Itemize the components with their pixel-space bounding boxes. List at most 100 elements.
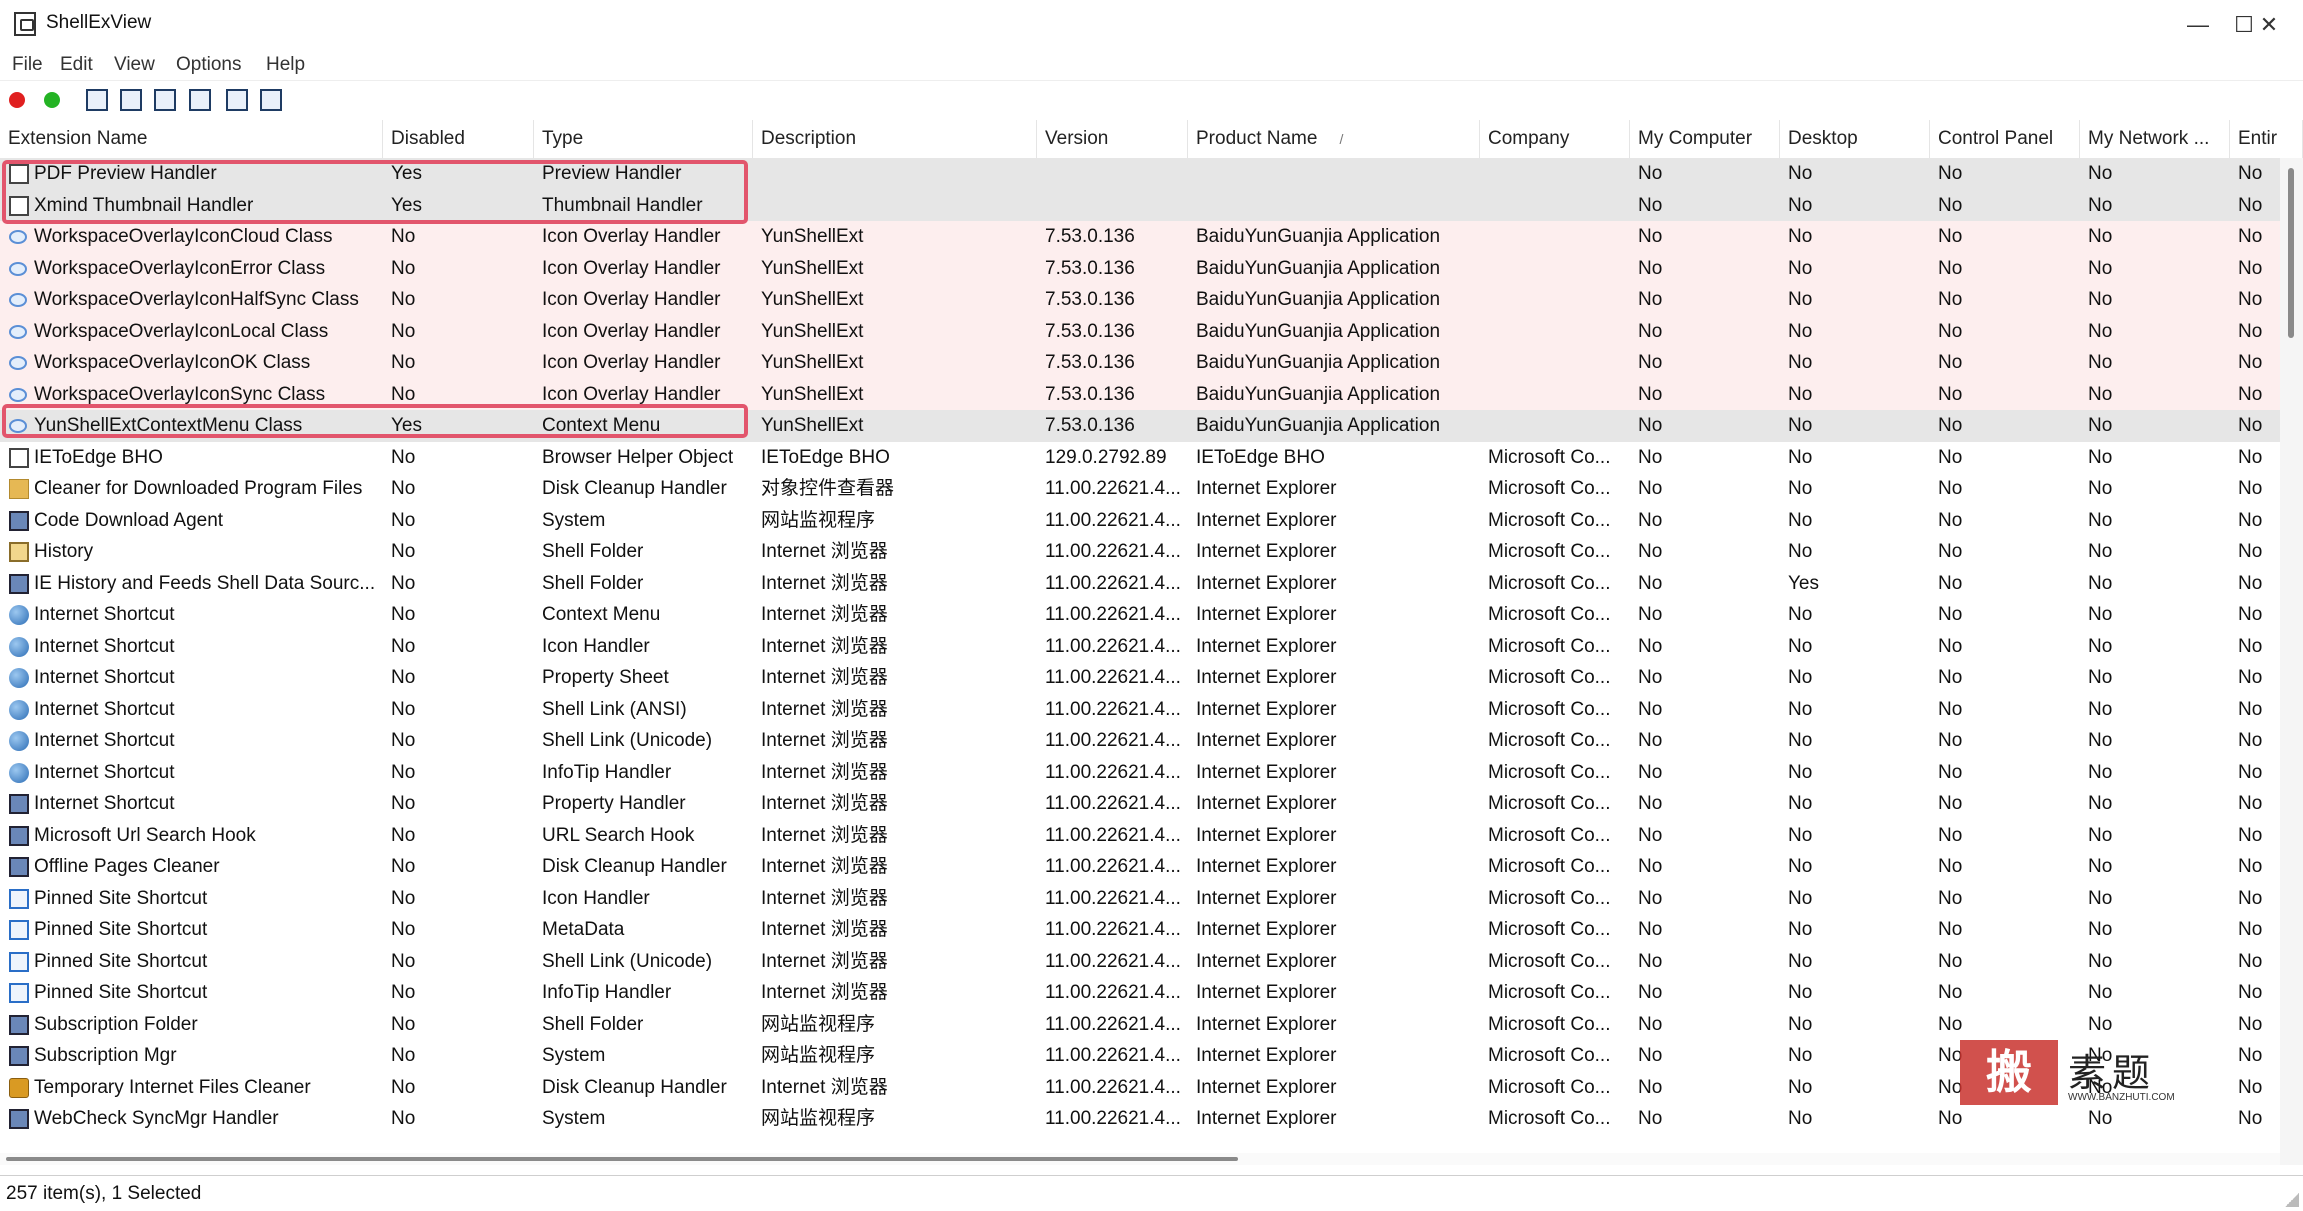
cell-extension-name: Internet Shortcut — [34, 793, 175, 814]
cell-control-panel: No — [1938, 950, 1963, 972]
table-row[interactable]: WorkspaceOverlayIconHalfSync Class No Icon… — [0, 284, 2280, 316]
cell-extension-name: Internet Shortcut — [34, 730, 175, 751]
col-entire[interactable]: Entir — [2230, 120, 2303, 158]
find-button[interactable] — [224, 87, 250, 113]
col-my-network[interactable]: My Network ... — [2080, 120, 2230, 158]
col-description[interactable]: Description — [753, 120, 1037, 158]
table-row[interactable]: Pinned Site Shortcut No InfoTip Handler Int… — [0, 977, 2280, 1009]
cell-description: Internet 浏览器 — [761, 950, 888, 972]
cell-extension-name: Internet Shortcut — [34, 635, 175, 657]
table-row[interactable]: Internet Shortcut No Context Menu Internet … — [0, 599, 2280, 631]
exit-button[interactable] — [258, 87, 284, 113]
cell-desktop: No — [1788, 352, 1813, 373]
cell-disabled: No — [391, 761, 416, 783]
table-row[interactable]: Offline Pages Cleaner No Disk Cleanup Hand… — [0, 851, 2280, 883]
cell-product-name: Internet Explorer — [1196, 982, 1337, 1003]
properties-button[interactable] — [187, 87, 213, 113]
table-row[interactable]: Internet Shortcut No Shell Link (ANSI) Inte… — [0, 694, 2280, 726]
extension-list[interactable]: Extension Name Disabled Type Description… — [0, 120, 2303, 1165]
cell-my-computer: No — [1638, 1013, 1663, 1035]
refresh-button[interactable] — [118, 87, 144, 113]
table-row[interactable]: Subscription Mgr No System 网站监视程序 11.00.2262… — [0, 1040, 2280, 1072]
table-row[interactable]: Cleaner for Downloaded Program Files No Di… — [0, 473, 2280, 505]
table-row[interactable]: Pinned Site Shortcut No Icon Handler Intern… — [0, 883, 2280, 915]
table-row[interactable]: Code Download Agent No System 网站监视程序 11.00.2… — [0, 505, 2280, 537]
table-row[interactable]: WorkspaceOverlayIconCloud Class No Icon Ov… — [0, 221, 2280, 253]
col-version[interactable]: Version — [1037, 120, 1188, 158]
cell-desktop: No — [1788, 982, 1813, 1003]
col-company[interactable]: Company — [1480, 120, 1630, 158]
cell-my-computer: No — [1638, 635, 1663, 657]
cell-product-name: BaiduYunGuanjia Application — [1196, 352, 1441, 373]
copy-icon — [154, 89, 176, 111]
table-row[interactable]: Internet Shortcut No InfoTip Handler Intern… — [0, 757, 2280, 789]
disable-items-button[interactable] — [4, 87, 30, 113]
save-button[interactable] — [84, 87, 110, 113]
cell-control-panel: No — [1938, 163, 1963, 184]
cell-control-panel: No — [1938, 509, 1963, 531]
cell-version: 11.00.22621.4... — [1045, 478, 1181, 499]
cell-desktop: No — [1788, 793, 1813, 814]
col-type[interactable]: Type — [534, 120, 753, 158]
cell-desktop: No — [1788, 1076, 1813, 1098]
cell-type: Property Sheet — [542, 667, 669, 688]
table-row[interactable]: Pinned Site Shortcut No Shell Link (Unicod… — [0, 946, 2280, 978]
table-row[interactable]: Microsoft Url Search Hook No URL Search Ho… — [0, 820, 2280, 852]
cell-company — [1480, 284, 1630, 316]
table-row[interactable]: Internet Shortcut No Icon Handler Internet … — [0, 631, 2280, 663]
col-disabled[interactable]: Disabled — [383, 120, 534, 158]
cell-control-panel: No — [1938, 415, 1963, 436]
menu-view[interactable]: View — [114, 54, 155, 76]
table-row[interactable]: Internet Shortcut No Shell Link (Unicode) I… — [0, 725, 2280, 757]
cell-control-panel: No — [1938, 257, 1963, 279]
table-row[interactable]: Temporary Internet Files Cleaner No Disk C… — [0, 1072, 2280, 1104]
cell-control-panel: No — [1938, 667, 1963, 688]
cell-product-name: Internet Explorer — [1196, 887, 1337, 909]
table-row[interactable]: IE History and Feeds Shell Data Sourc...… — [0, 568, 2280, 600]
close-button[interactable]: ✕ — [2235, 0, 2303, 50]
table-row[interactable]: WebCheck SyncMgr Handler No System 网站监视程序 11… — [0, 1103, 2280, 1135]
col-control-panel[interactable]: Control Panel — [1930, 120, 2080, 158]
cell-product-name: BaiduYunGuanjia Application — [1196, 383, 1441, 405]
horizontal-scrollbar[interactable] — [0, 1153, 2280, 1165]
enable-items-button[interactable] — [39, 87, 65, 113]
table-row[interactable]: Pinned Site Shortcut No MetaData Internet 浏… — [0, 914, 2280, 946]
vertical-scroll-thumb[interactable] — [2288, 168, 2294, 338]
menu-edit[interactable]: Edit — [60, 54, 93, 76]
menu-options[interactable]: Options — [176, 54, 241, 76]
table-row[interactable]: WorkspaceOverlayIconLocal Class No Icon Ov… — [0, 315, 2280, 347]
cell-my-network: No — [2088, 635, 2113, 657]
cell-type: Disk Cleanup Handler — [542, 856, 727, 877]
col-product-name[interactable]: Product Name / — [1188, 120, 1480, 158]
table-row[interactable]: WorkspaceOverlayIconError Class No Icon Ov… — [0, 252, 2280, 284]
table-row[interactable]: Internet Shortcut No Property Sheet Interne… — [0, 662, 2280, 694]
col-my-computer[interactable]: My Computer — [1630, 120, 1780, 158]
table-row[interactable]: Internet Shortcut No Property Handler Inter… — [0, 788, 2280, 820]
col-desktop[interactable]: Desktop — [1780, 120, 1930, 158]
cell-company: Microsoft Co... — [1488, 541, 1611, 562]
menu-file[interactable]: File — [12, 54, 43, 76]
cell-company: Microsoft Co... — [1488, 730, 1611, 751]
table-row[interactable]: WorkspaceOverlayIconOK Class No Icon Overl… — [0, 347, 2280, 379]
window-title: ShellExView — [46, 12, 152, 33]
horizontal-scroll-thumb[interactable] — [6, 1157, 1238, 1161]
cell-company: Microsoft Co... — [1488, 478, 1611, 499]
col-extension-name[interactable]: Extension Name — [0, 120, 383, 158]
vertical-scrollbar[interactable] — [2280, 158, 2303, 1165]
cell-entire: No — [2238, 352, 2263, 373]
menu-help[interactable]: Help — [266, 54, 305, 76]
size-grip[interactable] — [2285, 1193, 2299, 1207]
copy-button[interactable] — [152, 87, 178, 113]
table-row[interactable]: Subscription Folder No Shell Folder 网站监视程序 1… — [0, 1009, 2280, 1041]
cell-type: Icon Overlay Handler — [542, 226, 721, 247]
table-row[interactable]: History No Shell Folder Internet 浏览器 11.00.2… — [0, 536, 2280, 568]
cell-product-name: Internet Explorer — [1196, 761, 1337, 783]
cell-my-computer: No — [1638, 604, 1663, 625]
cell-version: 11.00.22621.4... — [1045, 950, 1181, 972]
cell-entire: No — [2238, 667, 2263, 688]
cell-my-computer: No — [1638, 226, 1663, 247]
table-row[interactable]: IEToEdge BHO No Browser Helper Object IEToE… — [0, 442, 2280, 474]
cell-description: Internet 浏览器 — [761, 572, 888, 594]
cell-version — [1037, 190, 1188, 222]
cell-type: Icon Overlay Handler — [542, 257, 721, 279]
